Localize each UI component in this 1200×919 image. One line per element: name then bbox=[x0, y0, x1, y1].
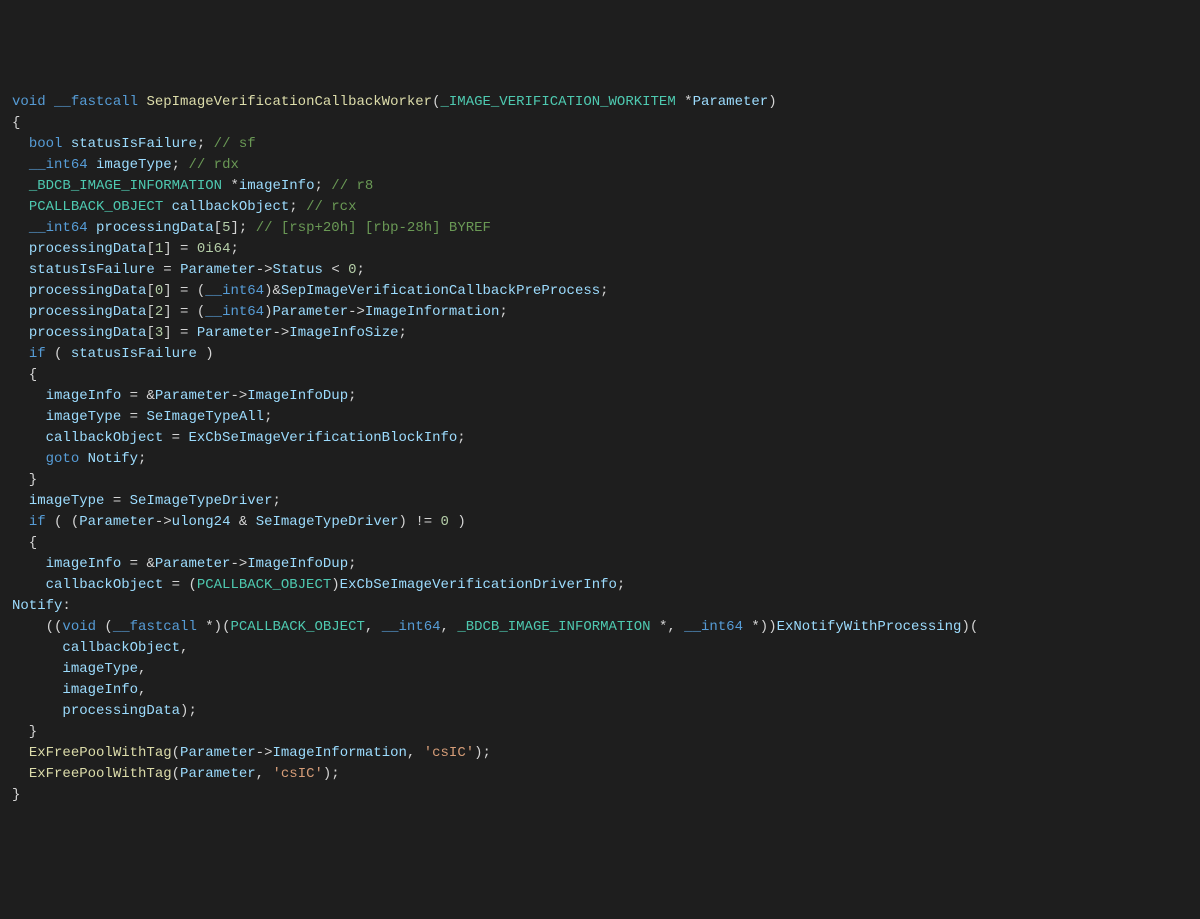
code-line[interactable]: callbackObject, bbox=[12, 638, 1188, 659]
code-line[interactable]: imageType, bbox=[12, 659, 1188, 680]
code-line[interactable]: Notify: bbox=[12, 596, 1188, 617]
code-line[interactable]: } bbox=[12, 722, 1188, 743]
code-line[interactable]: __int64 processingData[5]; // [rsp+20h] … bbox=[12, 218, 1188, 239]
code-line[interactable]: ExFreePoolWithTag(Parameter->ImageInform… bbox=[12, 743, 1188, 764]
function-name: SepImageVerificationCallbackWorker bbox=[146, 94, 432, 110]
code-line[interactable]: void __fastcall SepImageVerificationCall… bbox=[12, 92, 1188, 113]
code-line[interactable]: imageInfo, bbox=[12, 680, 1188, 701]
code-line[interactable]: imageInfo = &Parameter->ImageInfoDup; bbox=[12, 554, 1188, 575]
code-line[interactable]: ((void (__fastcall *)(PCALLBACK_OBJECT, … bbox=[12, 617, 1188, 638]
code-line[interactable]: callbackObject = ExCbSeImageVerification… bbox=[12, 428, 1188, 449]
code-line[interactable]: callbackObject = (PCALLBACK_OBJECT)ExCbS… bbox=[12, 575, 1188, 596]
code-line[interactable]: ExFreePoolWithTag(Parameter, 'csIC'); bbox=[12, 764, 1188, 785]
code-line[interactable]: processingData[3] = Parameter->ImageInfo… bbox=[12, 323, 1188, 344]
code-line[interactable]: { bbox=[12, 113, 1188, 134]
code-line[interactable]: processingData); bbox=[12, 701, 1188, 722]
code-line[interactable]: if ( (Parameter->ulong24 & SeImageTypeDr… bbox=[12, 512, 1188, 533]
code-line[interactable]: goto Notify; bbox=[12, 449, 1188, 470]
code-line[interactable]: { bbox=[12, 365, 1188, 386]
code-line[interactable]: __int64 imageType; // rdx bbox=[12, 155, 1188, 176]
code-line[interactable]: processingData[1] = 0i64; bbox=[12, 239, 1188, 260]
code-line[interactable]: { bbox=[12, 533, 1188, 554]
code-line[interactable]: if ( statusIsFailure ) bbox=[12, 344, 1188, 365]
code-line[interactable]: PCALLBACK_OBJECT callbackObject; // rcx bbox=[12, 197, 1188, 218]
code-line[interactable]: bool statusIsFailure; // sf bbox=[12, 134, 1188, 155]
code-line[interactable]: imageType = SeImageTypeAll; bbox=[12, 407, 1188, 428]
code-block: void __fastcall SepImageVerificationCall… bbox=[12, 92, 1188, 806]
code-line[interactable]: processingData[0] = (__int64)&SepImageVe… bbox=[12, 281, 1188, 302]
code-line[interactable]: imageType = SeImageTypeDriver; bbox=[12, 491, 1188, 512]
code-line[interactable]: } bbox=[12, 785, 1188, 806]
code-line[interactable]: _BDCB_IMAGE_INFORMATION *imageInfo; // r… bbox=[12, 176, 1188, 197]
code-line[interactable]: statusIsFailure = Parameter->Status < 0; bbox=[12, 260, 1188, 281]
code-line[interactable]: processingData[2] = (__int64)Parameter->… bbox=[12, 302, 1188, 323]
code-line[interactable]: } bbox=[12, 470, 1188, 491]
code-line[interactable]: imageInfo = &Parameter->ImageInfoDup; bbox=[12, 386, 1188, 407]
